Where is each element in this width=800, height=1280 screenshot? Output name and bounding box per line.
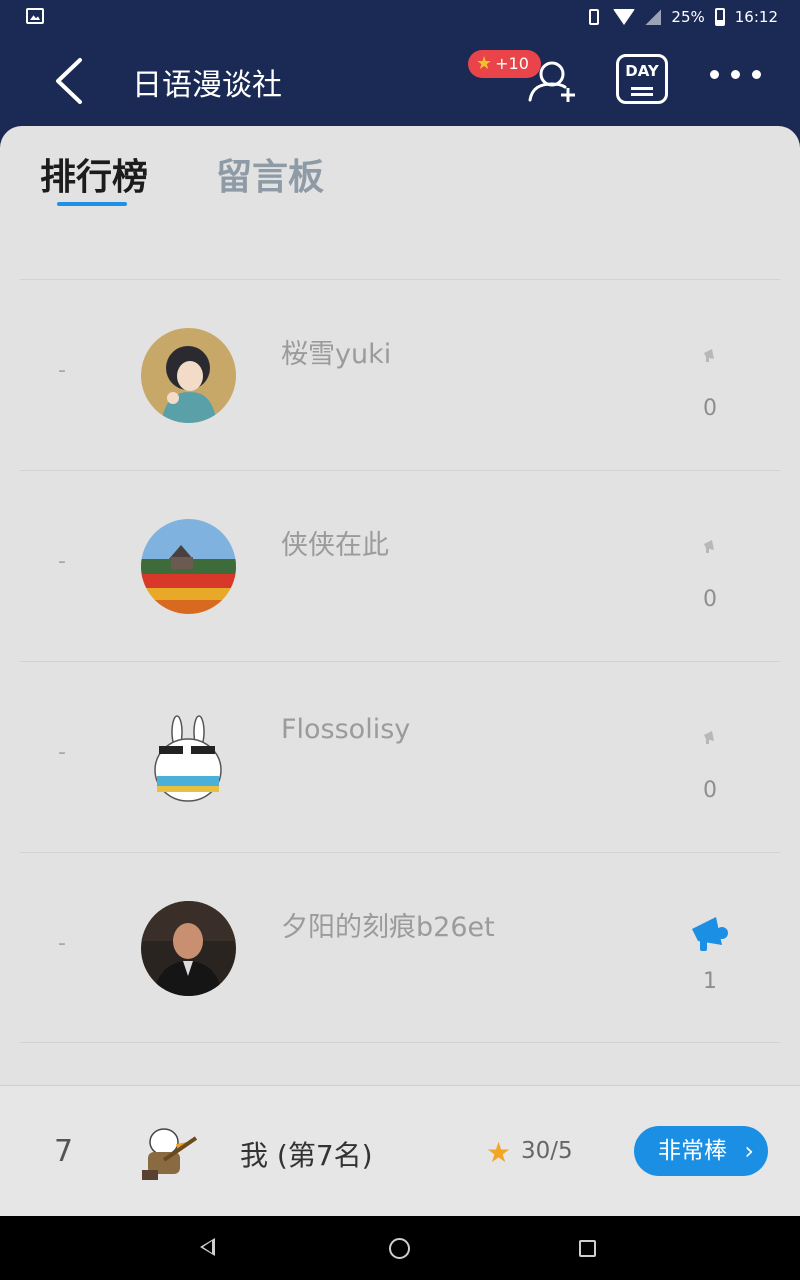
list-item[interactable]: - Flossolisy 0 [20,661,780,852]
app-header: 日语漫谈社 ★ +10 DAY [0,34,800,126]
content-sheet: 排行榜 留言板 - 桜雪yuki 0 - 侠侠在此 0 - Flossolisy… [0,126,800,1216]
rank-label: - [58,740,66,765]
status-bar: 25% 16:12 [0,0,800,34]
avatar[interactable] [141,710,236,805]
chevron-right-icon: › [744,1137,754,1165]
list-item[interactable]: - 夕阳的刻痕b26et 1 [20,852,780,1043]
leaderboard-list: - 桜雪yuki 0 - 侠侠在此 0 - Flossolisy 0 - 夕阳的… [20,279,780,1043]
user-name: 夕阳的刻痕b26et [281,912,495,943]
reward-badge[interactable]: ★ +10 [468,50,541,78]
my-name: 我 (第7名) [240,1139,373,1172]
like-count: 0 [703,396,717,421]
megaphone-icon[interactable] [702,538,718,554]
more-icon[interactable] [710,70,761,79]
user-name: 侠侠在此 [281,530,389,561]
tab-message-board[interactable]: 留言板 [216,148,324,200]
megaphone-icon[interactable] [702,347,718,363]
praise-button[interactable]: 非常棒 › [634,1126,768,1176]
day-icon[interactable]: DAY [616,54,668,104]
page-title: 日语漫谈社 [132,68,282,103]
tab-bar: 排行榜 留言板 [0,126,800,226]
avatar[interactable] [134,1122,200,1182]
status-icons: 25% 16:12 [585,6,778,28]
tab-indicator [57,202,127,206]
my-score: 30/5 [521,1138,573,1164]
day-label: DAY [625,62,659,80]
user-name: 桜雪yuki [281,339,392,370]
megaphone-icon[interactable] [702,729,718,745]
megaphone-icon[interactable] [688,911,732,955]
my-rank: 7 [54,1134,74,1169]
avatar[interactable] [141,519,236,614]
list-item[interactable]: - 侠侠在此 0 [20,470,780,661]
battery-percent: 25% [671,8,705,26]
nav-home-icon[interactable] [389,1238,410,1259]
avatar[interactable] [141,901,236,996]
rank-label: - [58,549,66,574]
nav-back-icon[interactable] [200,1238,215,1256]
like-count: 0 [703,587,717,612]
rank-label: - [58,358,66,383]
vibrate-icon [589,9,600,25]
clock: 16:12 [734,8,778,26]
system-nav-bar [0,1216,800,1280]
avatar[interactable] [141,328,236,423]
tab-leaderboard[interactable]: 排行榜 [40,148,148,200]
like-count: 1 [703,969,717,994]
user-name: Flossolisy [281,714,411,745]
gallery-icon [26,8,44,24]
my-rank-bar: 7 我 (第7名) ★ 30/5 非常棒 › [0,1085,800,1216]
battery-icon [714,8,725,26]
nav-recents-icon[interactable] [579,1240,596,1257]
list-item[interactable]: - 桜雪yuki 0 [20,279,780,470]
badge-label: +10 [495,54,529,73]
no-signal-icon [645,9,662,25]
praise-button-label: 非常棒 [658,1138,727,1164]
like-count: 0 [703,778,717,803]
back-icon[interactable] [52,56,92,106]
wifi-icon [613,9,636,25]
star-icon: ★ [476,53,493,74]
star-icon: ★ [486,1136,512,1169]
rank-label: - [58,931,66,956]
